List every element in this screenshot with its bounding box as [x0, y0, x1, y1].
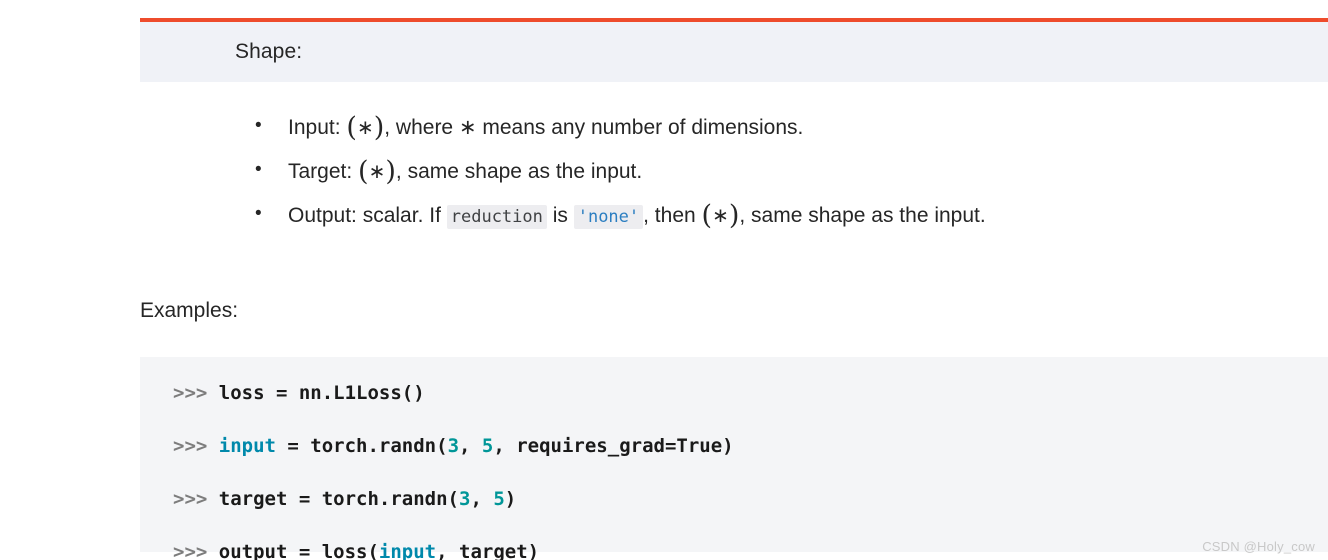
- code-token: loss = nn.L1Loss(): [218, 382, 425, 404]
- shape-bullet-target: Target: (∗), same shape as the input.: [255, 149, 1305, 193]
- code-line: >>> loss = nn.L1Loss(): [173, 380, 1328, 407]
- doc-page: Shape: Input: (∗), where ∗ means any num…: [0, 0, 1328, 560]
- bullet-output-prefix: Output: scalar. If: [288, 204, 447, 227]
- bullet-target-suffix: , same shape as the input.: [395, 160, 643, 183]
- code-block: >>> loss = nn.L1Loss() >>> input = torch…: [140, 357, 1328, 560]
- bullet-target-prefix: Target:: [288, 160, 359, 183]
- code-token: ,: [459, 435, 482, 457]
- code-prompt: >>>: [173, 488, 219, 510]
- code-listing[interactable]: >>> loss = nn.L1Loss() >>> input = torch…: [173, 380, 1328, 560]
- code-token: , target): [436, 541, 540, 560]
- bullet-output-mid1: is: [546, 204, 574, 227]
- bullet-output-mid2: , then: [643, 204, 702, 227]
- code-line: >>> output = loss(input, target): [173, 539, 1328, 560]
- code-token: 3: [447, 435, 460, 457]
- watermark: CSDN @Holy_cow: [1202, 539, 1315, 554]
- bullet-output-suffix: , same shape as the input.: [739, 204, 986, 227]
- bullet-input-prefix: Input:: [288, 116, 347, 139]
- code-token: ,: [470, 488, 494, 510]
- code-line: >>> input = torch.randn(3, 5, requires_g…: [173, 433, 1328, 460]
- code-token: 5: [493, 488, 505, 510]
- code-token: target = torch.randn(: [218, 488, 459, 510]
- shape-bullet-input: Input: (∗), where ∗ means any number of …: [255, 105, 1305, 149]
- code-token: , requires_grad=True): [493, 435, 734, 457]
- shape-header: Shape:: [140, 18, 1328, 82]
- code-token: 3: [458, 488, 471, 510]
- code-token: = torch.randn(: [275, 435, 448, 457]
- shape-bullet-list: Input: (∗), where ∗ means any number of …: [255, 105, 1305, 238]
- inline-code-reduction: reduction: [446, 205, 547, 229]
- code-token: 5: [481, 435, 494, 457]
- code-token: input: [218, 435, 276, 457]
- bullet-output-math: (∗): [701, 200, 740, 231]
- shape-bullet-output: Output: scalar. If reduction is 'none', …: [255, 193, 1305, 238]
- code-prompt: >>>: [173, 435, 219, 457]
- code-token: ): [504, 488, 517, 510]
- shape-title: Shape:: [235, 40, 303, 63]
- code-prompt: >>>: [173, 382, 219, 404]
- code-token: output = loss(: [218, 541, 379, 560]
- bullet-input-math: (∗): [346, 112, 385, 143]
- shape-admonition: Shape:: [140, 18, 1328, 82]
- code-line: >>> target = torch.randn(3, 5): [173, 486, 1328, 513]
- bullet-target-math: (∗): [358, 156, 396, 187]
- bullet-input-suffix: , where ∗ means any number of dimensions…: [384, 116, 804, 139]
- code-token: input: [378, 541, 437, 560]
- inline-code-none: 'none': [573, 205, 644, 229]
- examples-label: Examples:: [140, 299, 239, 322]
- code-prompt: >>>: [173, 541, 219, 560]
